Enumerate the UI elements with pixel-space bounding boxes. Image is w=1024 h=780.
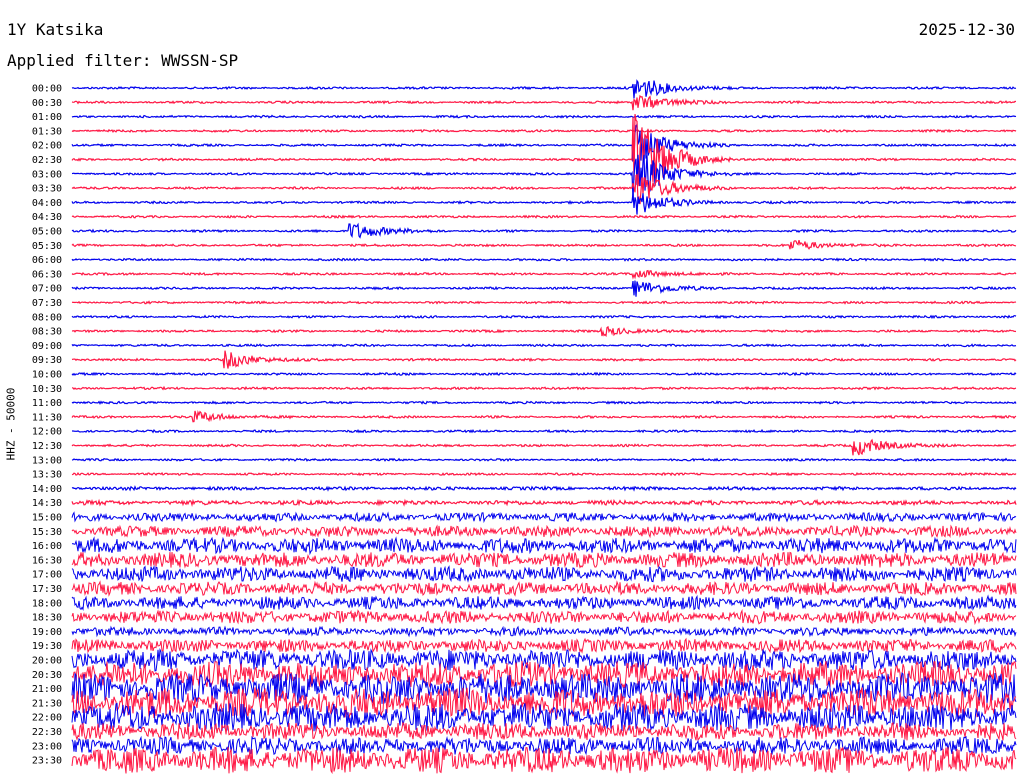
time-label: 08:00 bbox=[32, 312, 62, 323]
time-label: 15:00 bbox=[32, 513, 62, 524]
time-label: 10:30 bbox=[32, 384, 62, 395]
trace-0500 bbox=[71, 222, 1017, 239]
time-label: 11:00 bbox=[32, 398, 62, 409]
time-label: 00:00 bbox=[32, 84, 62, 95]
trace-1100 bbox=[71, 400, 1017, 405]
trace-0030 bbox=[71, 94, 1017, 111]
time-label: 20:30 bbox=[32, 670, 62, 681]
time-label: 03:00 bbox=[32, 169, 62, 180]
trace-1430 bbox=[71, 498, 1017, 508]
trace-1030 bbox=[71, 385, 1017, 391]
trace-1600 bbox=[71, 536, 1017, 556]
trace-2330 bbox=[71, 746, 1017, 775]
trace-1230 bbox=[71, 438, 1017, 456]
time-label: 14:00 bbox=[32, 484, 62, 495]
trace-0600 bbox=[71, 257, 1017, 262]
trace-0530 bbox=[71, 239, 1017, 250]
trace-0800 bbox=[71, 314, 1017, 320]
trace-0000 bbox=[71, 79, 1017, 99]
time-label: 12:00 bbox=[32, 427, 62, 438]
time-label: 00:30 bbox=[32, 98, 62, 109]
time-label: 15:30 bbox=[32, 527, 62, 538]
trace-1630 bbox=[71, 551, 1017, 569]
trace-0430 bbox=[71, 214, 1017, 219]
time-label: 23:00 bbox=[32, 741, 62, 752]
time-label: 04:00 bbox=[32, 198, 62, 209]
trace-1830 bbox=[71, 608, 1017, 626]
trace-1300 bbox=[71, 457, 1017, 463]
time-label: 18:00 bbox=[32, 598, 62, 609]
trace-1730 bbox=[71, 580, 1017, 597]
trace-0400 bbox=[71, 193, 1017, 215]
time-label: 03:30 bbox=[32, 184, 62, 195]
trace-1700 bbox=[71, 565, 1017, 583]
time-label: 22:30 bbox=[32, 727, 62, 738]
trace-0830 bbox=[71, 325, 1017, 338]
trace-0900 bbox=[71, 343, 1017, 348]
time-label: 11:30 bbox=[32, 412, 62, 423]
time-label: 23:30 bbox=[32, 756, 62, 767]
trace-0630 bbox=[71, 269, 1017, 280]
trace-0730 bbox=[71, 300, 1017, 305]
time-label: 02:30 bbox=[32, 155, 62, 166]
trace-0300 bbox=[71, 154, 1017, 200]
traces bbox=[71, 79, 1017, 775]
time-label: 05:30 bbox=[32, 241, 62, 252]
trace-1930 bbox=[71, 637, 1017, 654]
trace-0930 bbox=[71, 350, 1017, 369]
trace-1500 bbox=[71, 511, 1017, 524]
time-label: 22:00 bbox=[32, 713, 62, 724]
time-label: 02:00 bbox=[32, 141, 62, 152]
trace-1130 bbox=[71, 410, 1017, 423]
time-label: 04:30 bbox=[32, 212, 62, 223]
time-label: 10:00 bbox=[32, 370, 62, 381]
time-label: 06:00 bbox=[32, 255, 62, 266]
time-label: 08:30 bbox=[32, 327, 62, 338]
trace-0200 bbox=[71, 123, 1017, 163]
time-label: 18:30 bbox=[32, 613, 62, 624]
time-label: 21:00 bbox=[32, 684, 62, 695]
time-label: 17:30 bbox=[32, 584, 62, 595]
time-label: 14:30 bbox=[32, 498, 62, 509]
time-label: 19:30 bbox=[32, 641, 62, 652]
time-label: 05:00 bbox=[32, 227, 62, 238]
trace-1900 bbox=[71, 625, 1017, 638]
trace-1800 bbox=[71, 594, 1017, 611]
trace-1000 bbox=[71, 371, 1017, 377]
time-label: 07:30 bbox=[32, 298, 62, 309]
time-label: 16:00 bbox=[32, 541, 62, 552]
trace-2230 bbox=[71, 721, 1017, 741]
trace-2000 bbox=[71, 647, 1017, 672]
trace-0230 bbox=[71, 114, 1017, 187]
time-label: 21:30 bbox=[32, 698, 62, 709]
trace-1400 bbox=[71, 485, 1017, 492]
time-label: 09:30 bbox=[32, 355, 62, 366]
time-label: 12:30 bbox=[32, 441, 62, 452]
trace-1200 bbox=[72, 428, 1017, 434]
seismogram-plot: 00:00 00:30 01:00 01:30 02:00 02:30 03:00 03:30… bbox=[32, 79, 1017, 775]
trace-0130 bbox=[71, 128, 1017, 134]
time-label: 19:00 bbox=[32, 627, 62, 638]
trace-0330 bbox=[71, 173, 1017, 205]
time-label: 01:00 bbox=[32, 112, 62, 123]
time-label: 13:30 bbox=[32, 470, 62, 481]
trace-0700 bbox=[71, 280, 1017, 297]
trace-1530 bbox=[71, 524, 1017, 539]
time-label: 09:00 bbox=[32, 341, 62, 352]
time-label: 06:30 bbox=[32, 269, 62, 280]
time-label: 01:30 bbox=[32, 126, 62, 137]
time-labels: 00:00 00:30 01:00 01:30 02:00 02:30 03:00 03:30… bbox=[32, 84, 62, 767]
time-label: 07:00 bbox=[32, 284, 62, 295]
trace-0100 bbox=[71, 114, 1017, 120]
trace-1330 bbox=[71, 471, 1017, 477]
time-label: 17:00 bbox=[32, 570, 62, 581]
time-label: 20:00 bbox=[32, 656, 62, 667]
time-label: 16:30 bbox=[32, 555, 62, 566]
time-label: 13:00 bbox=[32, 455, 62, 466]
